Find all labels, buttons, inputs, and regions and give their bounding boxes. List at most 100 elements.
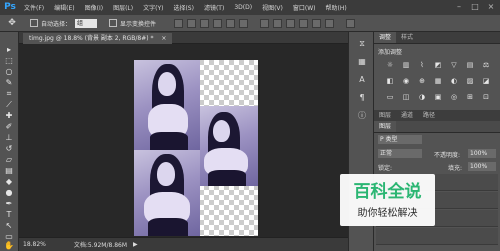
quick-select-icon[interactable]: ✎ bbox=[3, 77, 15, 88]
exposure-icon[interactable]: ◩ bbox=[432, 60, 444, 70]
minimize-button[interactable]: – bbox=[454, 2, 464, 12]
layer-row[interactable] bbox=[376, 228, 498, 245]
menu-view[interactable]: 视图(V) bbox=[262, 3, 283, 12]
character-panel-icon[interactable]: A bbox=[356, 74, 368, 86]
watermark-title: 百科全说 bbox=[353, 182, 422, 202]
path-select-icon[interactable]: ↖ bbox=[3, 220, 15, 231]
healing-icon[interactable]: ✚ bbox=[3, 110, 15, 121]
selective-color-icon[interactable]: ◫ bbox=[400, 92, 412, 102]
tab-channels[interactable]: 通道 bbox=[396, 110, 418, 121]
shadows-highlights-icon[interactable]: ◑ bbox=[416, 92, 428, 102]
tab-styles[interactable]: 样式 bbox=[396, 32, 418, 43]
opacity-label: 不透明度: bbox=[434, 152, 461, 159]
zoom-level[interactable]: 18.82% bbox=[23, 241, 46, 248]
threshold-icon[interactable]: ◪ bbox=[480, 76, 492, 86]
eraser-icon[interactable]: ▱ bbox=[3, 154, 15, 165]
paragraph-panel-icon[interactable]: ¶ bbox=[356, 92, 368, 104]
black-white-icon[interactable]: ◧ bbox=[384, 76, 396, 86]
distribute-left-icon[interactable] bbox=[299, 18, 309, 28]
menu-window[interactable]: 窗口(W) bbox=[293, 3, 316, 12]
distribute-top-icon[interactable] bbox=[260, 18, 270, 28]
gradient-icon[interactable]: ▤ bbox=[3, 165, 15, 176]
hdr-toning-icon[interactable]: ▣ bbox=[432, 92, 444, 102]
distribute-right-icon[interactable] bbox=[325, 18, 335, 28]
menu-3d[interactable]: 3D(D) bbox=[234, 4, 252, 11]
distribute-bottom-icon[interactable] bbox=[286, 18, 296, 28]
layers-header: 图层 bbox=[374, 121, 500, 133]
tab-paths[interactable]: 路径 bbox=[418, 110, 440, 121]
tab-adjustments[interactable]: 调整 bbox=[374, 32, 397, 43]
menu-help[interactable]: 帮助(H) bbox=[326, 3, 347, 12]
align-bottom-icon[interactable] bbox=[200, 18, 210, 28]
eyedropper-icon[interactable]: ⟋ bbox=[3, 99, 15, 110]
window-controls: – □ × bbox=[454, 2, 496, 12]
menu-file[interactable]: 文件(F) bbox=[24, 3, 44, 12]
history-brush-icon[interactable]: ↺ bbox=[3, 143, 15, 154]
autoselect-checkbox[interactable] bbox=[30, 19, 38, 27]
move-tool-preset-icon[interactable]: ✥ bbox=[6, 17, 18, 29]
opacity-field[interactable]: 100% bbox=[468, 149, 496, 158]
blend-mode-dropdown[interactable]: 正常 bbox=[378, 149, 422, 158]
photo-filter-icon[interactable]: ◉ bbox=[400, 76, 412, 86]
curves-icon[interactable]: ⌇ bbox=[416, 60, 428, 70]
history-panel-icon[interactable]: ⧖ bbox=[356, 38, 368, 50]
close-button[interactable]: × bbox=[486, 2, 496, 12]
maximize-button[interactable]: □ bbox=[470, 2, 480, 12]
move-icon[interactable]: ▸ bbox=[3, 44, 15, 55]
face-shape bbox=[157, 162, 175, 186]
document-canvas[interactable] bbox=[134, 60, 258, 236]
autoselect-dropdown[interactable]: 组 bbox=[75, 18, 98, 28]
align-left-icon[interactable] bbox=[213, 18, 223, 28]
desaturate-icon[interactable]: ◎ bbox=[448, 92, 460, 102]
dress-shape bbox=[150, 132, 188, 150]
hue-saturation-icon[interactable]: ▤ bbox=[464, 60, 476, 70]
menu-type[interactable]: 文字(Y) bbox=[143, 3, 163, 12]
distribute-hcenter-icon[interactable] bbox=[312, 18, 322, 28]
invert-icon[interactable]: ◐ bbox=[448, 76, 460, 86]
type-icon[interactable]: T bbox=[3, 209, 15, 220]
menu-image[interactable]: 图像(I) bbox=[85, 3, 103, 12]
channel-mixer-icon[interactable]: ⊕ bbox=[416, 76, 428, 86]
stamp-icon[interactable]: ⊥ bbox=[3, 132, 15, 143]
color-balance-icon[interactable]: ⚖ bbox=[480, 60, 492, 70]
menu-layer[interactable]: 图层(L) bbox=[113, 3, 133, 12]
gradient-map-icon[interactable]: ▭ bbox=[384, 92, 396, 102]
menu-select[interactable]: 选择(S) bbox=[173, 3, 194, 12]
align-right-icon[interactable] bbox=[239, 18, 249, 28]
info-panel-icon[interactable]: ⓘ bbox=[356, 110, 368, 122]
menu-edit[interactable]: 编辑(E) bbox=[54, 3, 74, 12]
vibrance-icon[interactable]: ▽ bbox=[448, 60, 460, 70]
layer-filter-dropdown[interactable]: P 类型 bbox=[378, 135, 422, 144]
replace-color-icon[interactable]: ⊡ bbox=[480, 92, 492, 102]
close-tab-icon[interactable]: × bbox=[161, 35, 166, 42]
menu-filter[interactable]: 滤镜(T) bbox=[204, 3, 224, 12]
blur-icon[interactable]: ◆ bbox=[3, 176, 15, 187]
status-menu-arrow-icon[interactable]: ▶ bbox=[133, 241, 138, 248]
tab-layers-active[interactable]: 图层 bbox=[374, 121, 397, 132]
fill-field[interactable]: 100% bbox=[468, 162, 496, 171]
align-hcenter-icon[interactable] bbox=[226, 18, 236, 28]
dodge-icon[interactable]: ● bbox=[3, 187, 15, 198]
brightness-icon[interactable]: ☼ bbox=[384, 60, 396, 70]
align-top-icon[interactable] bbox=[174, 18, 184, 28]
lock-label: 锁定: bbox=[378, 165, 393, 172]
marquee-icon[interactable]: ⬚ bbox=[3, 55, 15, 66]
align-vcenter-icon[interactable] bbox=[187, 18, 197, 28]
pen-icon[interactable]: ✒ bbox=[3, 198, 15, 209]
match-color-icon[interactable]: ⊞ bbox=[464, 92, 476, 102]
properties-panel-icon[interactable]: ▦ bbox=[356, 56, 368, 68]
document-tab[interactable]: timg.jpg @ 18.8% (背景 副本 2, RGB/8#) * × bbox=[23, 33, 173, 44]
distribute-vcenter-icon[interactable] bbox=[273, 18, 283, 28]
tools-panel: ▸ ⬚ ○ ✎ ⌗ ⟋ ✚ ✐ ⊥ ↺ ▱ ▤ ◆ ● ✒ T ↖ ▭ ✋ bbox=[0, 32, 19, 251]
posterize-icon[interactable]: ▨ bbox=[464, 76, 476, 86]
hand-icon[interactable]: ✋ bbox=[3, 240, 15, 251]
adjustment-row-2: ◧ ◉ ⊕ ▦ ◐ ▨ ◪ bbox=[384, 76, 492, 86]
levels-icon[interactable]: ▥ bbox=[400, 60, 412, 70]
lasso-icon[interactable]: ○ bbox=[3, 66, 15, 77]
tab-layers[interactable]: 图层 bbox=[374, 110, 396, 121]
crop-icon[interactable]: ⌗ bbox=[3, 88, 15, 99]
auto-align-icon[interactable] bbox=[346, 18, 356, 28]
color-lookup-icon[interactable]: ▦ bbox=[432, 76, 444, 86]
brush-icon[interactable]: ✐ bbox=[3, 121, 15, 132]
transform-controls-checkbox[interactable] bbox=[109, 19, 118, 27]
